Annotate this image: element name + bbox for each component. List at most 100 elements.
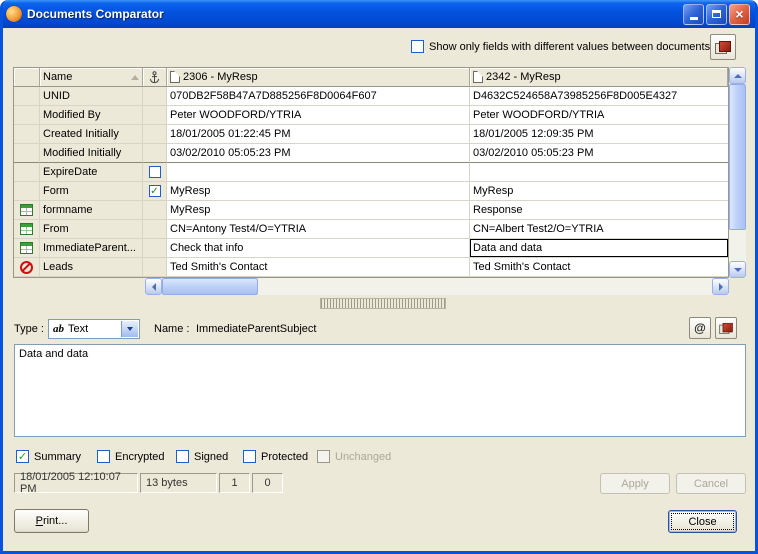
unchanged-label: Unchanged [335, 451, 391, 463]
horizontal-scrollbar[interactable] [145, 278, 729, 295]
signed-checkbox[interactable] [176, 450, 189, 463]
row-anchor-cell[interactable] [143, 125, 167, 144]
row-doc2-value[interactable]: CN=Albert Test2/O=YTRIA [470, 220, 728, 239]
table-row[interactable]: UNID 070DB2F58B47A7D885256F8D0064F607 D4… [14, 87, 728, 106]
row-doc2-value-selected[interactable]: Data and data [470, 239, 728, 258]
row-icon-cell [14, 258, 40, 277]
row-anchor-cell[interactable] [143, 220, 167, 239]
scroll-right-button[interactable] [712, 278, 729, 295]
print-button[interactable]: Print... [14, 509, 89, 533]
scrollbar-corner [729, 278, 746, 295]
row-name[interactable]: ImmediateParent... [40, 239, 143, 258]
row-anchor-cell[interactable] [143, 87, 167, 106]
doc2-column-header[interactable]: 2342 - MyResp [470, 68, 728, 87]
at-formula-button[interactable]: @ [689, 317, 711, 339]
table-row[interactable]: Form MyResp MyResp [14, 182, 728, 201]
down-arrow-icon [734, 268, 742, 276]
type-select[interactable]: ab Text [48, 319, 140, 339]
row-icon-cell [14, 144, 40, 163]
row-name[interactable]: Modified Initially [40, 144, 143, 163]
row-anchor-cell[interactable] [143, 144, 167, 163]
table-row[interactable]: Created Initially 18/01/2005 01:22:45 PM… [14, 125, 728, 144]
table-row[interactable]: ImmediateParent... Check that info Data … [14, 239, 728, 258]
window-title: Documents Comparator [27, 7, 678, 21]
row-name[interactable]: Created Initially [40, 125, 143, 144]
row-doc2-value[interactable]: Peter WOODFORD/YTRIA [470, 106, 728, 125]
row-icon-cell [14, 220, 40, 239]
show-different-values-checkbox[interactable] [411, 40, 424, 53]
row-name[interactable]: ExpireDate [40, 163, 143, 182]
row-name[interactable]: Leads [40, 258, 143, 277]
protected-checkbox[interactable] [243, 450, 256, 463]
anchor-icon [149, 71, 160, 84]
encrypted-label: Encrypted [115, 451, 165, 463]
row-name[interactable]: From [40, 220, 143, 239]
maximize-button[interactable] [706, 4, 727, 25]
type-dropdown-button[interactable] [121, 321, 138, 337]
field-icon [20, 242, 33, 254]
table-row[interactable]: Modified Initially 03/02/2010 05:05:23 P… [14, 144, 728, 163]
name-column-header[interactable]: Name [40, 68, 143, 87]
row-doc1-value[interactable]: MyResp [167, 201, 470, 220]
encrypted-flag: Encrypted [97, 450, 165, 463]
row-name[interactable]: Form [40, 182, 143, 201]
row-doc2-value[interactable] [470, 163, 728, 182]
row-anchor-cell[interactable] [143, 239, 167, 258]
field-value-textarea[interactable]: Data and data [14, 344, 746, 437]
report-button[interactable] [710, 34, 736, 60]
minimize-button[interactable] [683, 4, 704, 25]
scroll-up-button[interactable] [729, 67, 746, 84]
row-doc2-value[interactable]: Ted Smith's Contact [470, 258, 728, 277]
title-bar: Documents Comparator × [0, 0, 758, 28]
table-row[interactable]: formname MyResp Response [14, 201, 728, 220]
field-report-button[interactable] [715, 317, 737, 339]
anchor-column-header[interactable] [143, 68, 167, 87]
close-window-button[interactable]: × [729, 4, 750, 25]
anchor-checkbox[interactable] [149, 166, 161, 178]
icon-column-header[interactable] [14, 68, 40, 87]
row-doc1-value[interactable]: 070DB2F58B47A7D885256F8D0064F607 [167, 87, 470, 106]
table-row[interactable]: From CN=Antony Test4/O=YTRIA CN=Albert T… [14, 220, 728, 239]
row-doc1-value[interactable] [167, 163, 470, 182]
row-doc1-value[interactable]: Ted Smith's Contact [167, 258, 470, 277]
row-anchor-cell[interactable] [143, 163, 167, 182]
table-row[interactable]: ExpireDate [14, 163, 728, 182]
pane-splitter-handle[interactable] [320, 298, 446, 309]
row-doc2-value[interactable]: D4632C524658A73985256F8D005E4327 [470, 87, 728, 106]
row-doc2-value[interactable]: Response [470, 201, 728, 220]
app-icon [6, 6, 22, 22]
encrypted-checkbox[interactable] [97, 450, 110, 463]
row-doc2-value[interactable]: MyResp [470, 182, 728, 201]
row-doc1-value[interactable]: Check that info [167, 239, 470, 258]
row-doc1-value[interactable]: Peter WOODFORD/YTRIA [167, 106, 470, 125]
cancel-button: Cancel [676, 473, 746, 494]
scroll-down-button[interactable] [729, 261, 746, 278]
row-doc1-value[interactable]: MyResp [167, 182, 470, 201]
row-doc1-value[interactable]: CN=Antony Test4/O=YTRIA [167, 220, 470, 239]
table-row[interactable]: Modified By Peter WOODFORD/YTRIA Peter W… [14, 106, 728, 125]
row-doc1-value[interactable]: 18/01/2005 01:22:45 PM [167, 125, 470, 144]
close-button[interactable]: Close [668, 510, 737, 533]
row-doc2-value[interactable]: 03/02/2010 05:05:23 PM [470, 144, 728, 163]
book-icon [715, 41, 731, 54]
row-icon-cell [14, 201, 40, 220]
row-name[interactable]: UNID [40, 87, 143, 106]
print-label: Print... [36, 515, 68, 527]
doc1-column-header[interactable]: 2306 - MyResp [167, 68, 470, 87]
summary-checkbox[interactable] [16, 450, 29, 463]
row-anchor-cell[interactable] [143, 182, 167, 201]
row-anchor-cell[interactable] [143, 258, 167, 277]
row-anchor-cell[interactable] [143, 106, 167, 125]
anchor-checkbox-checked[interactable] [149, 185, 161, 197]
row-doc2-value[interactable]: 18/01/2005 12:09:35 PM [470, 125, 728, 144]
row-name[interactable]: Modified By [40, 106, 143, 125]
scroll-left-button[interactable] [145, 278, 162, 295]
vertical-scrollbar-thumb[interactable] [729, 84, 746, 230]
unchanged-checkbox [317, 450, 330, 463]
row-doc1-value[interactable]: 03/02/2010 05:05:23 PM [167, 144, 470, 163]
row-name[interactable]: formname [40, 201, 143, 220]
row-anchor-cell[interactable] [143, 201, 167, 220]
vertical-scrollbar[interactable] [729, 67, 746, 278]
horizontal-scrollbar-thumb[interactable] [162, 278, 258, 295]
table-row[interactable]: Leads Ted Smith's Contact Ted Smith's Co… [14, 258, 728, 277]
